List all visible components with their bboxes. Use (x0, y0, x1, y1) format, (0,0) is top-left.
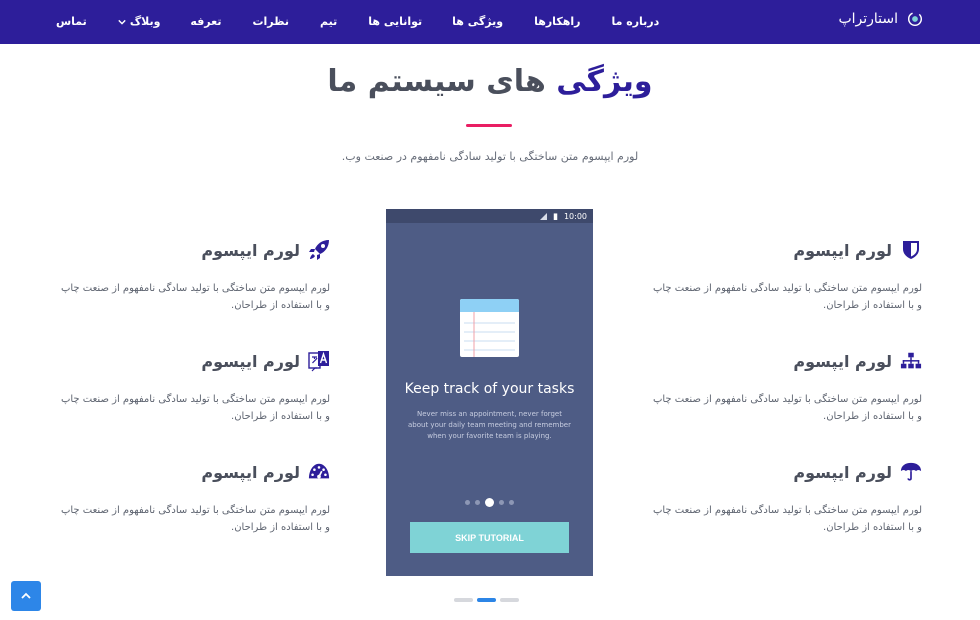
feature-title: لورم ایپسوم (201, 351, 300, 371)
shield-icon (900, 239, 922, 261)
feature-title: لورم ایپسوم (793, 462, 892, 482)
feature-card: لورم ایپسوم لورم ایپسوم متن ساختگی با تو… (650, 236, 922, 314)
nav-item-about[interactable]: درباره ما (611, 0, 659, 44)
phone-slide-description: Never miss an appointment, never forget … (408, 410, 571, 440)
slide-dot[interactable] (475, 500, 480, 505)
umbrella-icon (900, 461, 922, 483)
feature-card: لورم ایپسوم لورم ایپسوم متن ساختگی با تو… (650, 347, 922, 425)
chevron-down-icon (118, 19, 126, 25)
nav-item-capabilities[interactable]: توانایی ها (368, 0, 422, 44)
chevron-up-icon (21, 592, 31, 599)
feature-head: لورم ایپسوم (58, 347, 330, 375)
feature-head: لورم ایپسوم (650, 347, 922, 375)
phone-slide-indicator (386, 498, 593, 507)
dashboard-icon (308, 461, 330, 483)
nav-item-blog[interactable]: وبلاگ (118, 0, 161, 44)
carousel-dot[interactable] (500, 598, 519, 602)
phone-time: 10:00 (563, 211, 587, 221)
slide-dot[interactable] (499, 500, 504, 505)
brand[interactable]: استارتراپ (838, 10, 924, 28)
carousel-dot[interactable] (454, 598, 473, 602)
nav-item-contact[interactable]: تماس (56, 0, 87, 44)
phone-status-bar: 10:00 (386, 209, 593, 223)
section-title-accent: ویژگی (556, 64, 653, 99)
nav-item-features[interactable]: ویژگی ها (452, 0, 503, 44)
language-icon (308, 350, 330, 372)
main-nav: تماس وبلاگ تعرفه نظرات تیم توانایی ها وی… (56, 0, 659, 44)
feature-title: لورم ایپسوم (793, 351, 892, 371)
feature-card: لورم ایپسوم لورم ایپسوم متن ساختگی با تو… (58, 458, 330, 536)
feature-text: لورم ایپسوم متن ساختگی با تولید سادگی نا… (60, 505, 330, 533)
nav-item-team[interactable]: تیم (320, 0, 337, 44)
feature-head: لورم ایپسوم (650, 236, 922, 264)
phone-slide-title: Keep track of your tasks (404, 381, 575, 397)
section-title: ویژگی های سیستم ما (0, 64, 980, 99)
feature-head: لورم ایپسوم (58, 236, 330, 264)
navbar: استارتراپ تماس وبلاگ تعرفه نظرات تیم توا… (0, 0, 980, 44)
sitemap-icon (900, 350, 922, 372)
feature-title: لورم ایپسوم (201, 462, 300, 482)
nav-item-pricing[interactable]: تعرفه (190, 0, 221, 44)
slide-dot[interactable] (485, 498, 494, 507)
title-divider (466, 124, 512, 127)
brand-logo-icon (907, 11, 923, 27)
feature-text: لورم ایپسوم متن ساختگی با تولید سادگی نا… (652, 394, 922, 422)
feature-card: لورم ایپسوم لورم ایپسوم متن ساختگی با تو… (58, 347, 330, 425)
feature-text: لورم ایپسوم متن ساختگی با تولید سادگی نا… (60, 394, 330, 422)
notepad-icon (460, 299, 519, 357)
feature-head: لورم ایپسوم (58, 458, 330, 486)
feature-text: لورم ایپسوم متن ساختگی با تولید سادگی نا… (652, 283, 922, 311)
nav-item-reviews[interactable]: نظرات (252, 0, 289, 44)
feature-card: لورم ایپسوم لورم ایپسوم متن ساختگی با تو… (58, 236, 330, 314)
nav-item-solutions[interactable]: راهکارها (534, 0, 580, 44)
feature-text: لورم ایپسوم متن ساختگی با تولید سادگی نا… (652, 505, 922, 533)
battery-icon (553, 212, 558, 220)
brand-name: استارتراپ (838, 11, 898, 27)
feature-title: لورم ایپسوم (793, 240, 892, 260)
slide-dot[interactable] (509, 500, 514, 505)
feature-text: لورم ایپسوم متن ساختگی با تولید سادگی نا… (60, 283, 330, 311)
slide-dot[interactable] (465, 500, 470, 505)
signal-icon (539, 212, 547, 220)
feature-title: لورم ایپسوم (201, 240, 300, 260)
skip-tutorial-button[interactable]: SKIP TUTORIAL (410, 522, 569, 553)
phone-mockup: 10:00 Keep track of your tasks Never mis… (386, 209, 593, 576)
carousel-indicators (454, 598, 519, 602)
rocket-icon (308, 239, 330, 261)
carousel-dot[interactable] (477, 598, 496, 602)
feature-card: لورم ایپسوم لورم ایپسوم متن ساختگی با تو… (650, 458, 922, 536)
back-to-top-button[interactable] (11, 581, 41, 611)
section-title-rest: های سیستم ما (327, 64, 557, 99)
feature-head: لورم ایپسوم (650, 458, 922, 486)
section-subtitle: لورم ایپسوم متن ساختگی با تولید سادگی نا… (341, 150, 639, 163)
nav-item-blog-label: وبلاگ (129, 15, 161, 28)
